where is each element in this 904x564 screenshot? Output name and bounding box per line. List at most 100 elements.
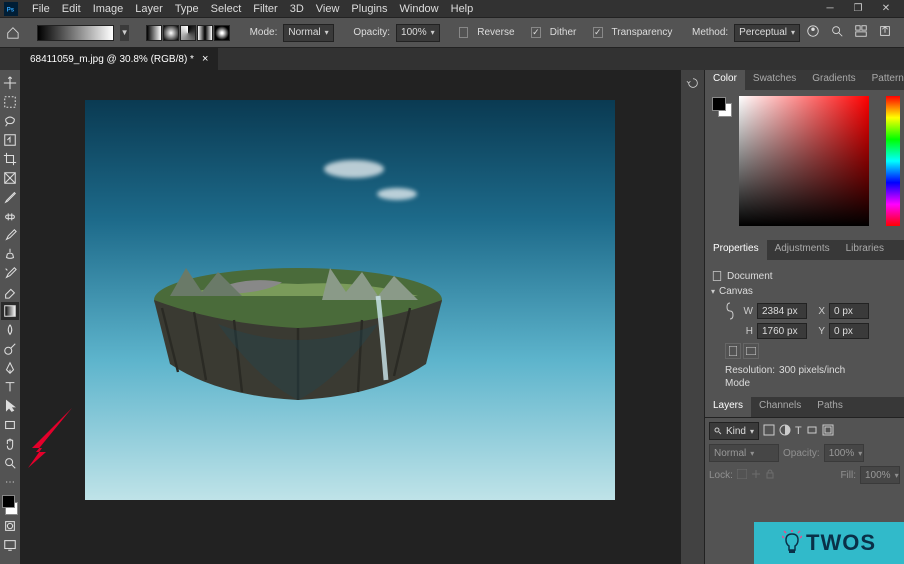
gradient-type-reflected[interactable]	[197, 25, 213, 41]
foreground-background-colors[interactable]	[1, 494, 19, 516]
window-restore-button[interactable]: ❐	[848, 2, 868, 16]
lock-position-icon[interactable]	[751, 469, 761, 482]
swatches-tab[interactable]: Swatches	[745, 70, 804, 90]
gradient-preview[interactable]	[37, 25, 115, 41]
reverse-checkbox[interactable]	[459, 27, 468, 38]
layer-opacity-value[interactable]: 100%▾	[824, 444, 864, 462]
quick-mask-button[interactable]	[1, 517, 19, 535]
home-icon[interactable]	[6, 24, 20, 42]
rectangular-marquee-tool[interactable]	[1, 93, 19, 111]
rectangle-tool[interactable]	[1, 416, 19, 434]
clone-stamp-tool[interactable]	[1, 245, 19, 263]
menu-filter[interactable]: Filter	[247, 1, 283, 17]
gradient-type-diamond[interactable]	[214, 25, 230, 41]
gradient-picker-dropdown[interactable]: ▼	[120, 25, 129, 41]
share-icon[interactable]	[878, 24, 892, 41]
landscape-orientation-button[interactable]	[743, 343, 759, 359]
dodge-tool[interactable]	[1, 340, 19, 358]
screen-mode-button[interactable]	[1, 536, 19, 554]
gradient-type-linear[interactable]	[146, 25, 162, 41]
window-minimize-button[interactable]: ─	[820, 2, 840, 16]
method-select[interactable]: Perceptual ▾	[734, 24, 800, 42]
layers-tab[interactable]: Layers	[705, 397, 751, 417]
dither-checkbox[interactable]	[531, 27, 541, 38]
x-input[interactable]	[829, 303, 869, 319]
gradient-tool[interactable]	[1, 302, 19, 320]
pen-tool[interactable]	[1, 359, 19, 377]
filter-smart-icon[interactable]	[822, 424, 834, 439]
frame-tool[interactable]	[1, 169, 19, 187]
crop-tool[interactable]	[1, 150, 19, 168]
foreground-color[interactable]	[2, 495, 15, 508]
height-input[interactable]	[757, 323, 807, 339]
workspace-icon[interactable]	[854, 24, 868, 41]
gradient-type-radial[interactable]	[163, 25, 179, 41]
y-input[interactable]	[829, 323, 869, 339]
menu-image[interactable]: Image	[87, 1, 130, 17]
menu-view[interactable]: View	[310, 1, 346, 17]
layer-filter-kind[interactable]: Kind ▾	[709, 422, 759, 440]
properties-tab[interactable]: Properties	[705, 240, 767, 260]
path-selection-tool[interactable]	[1, 397, 19, 415]
mode-section-label: Mode	[725, 378, 750, 389]
paths-tab[interactable]: Paths	[809, 397, 851, 417]
menu-type[interactable]: Type	[169, 1, 205, 17]
zoom-tool[interactable]	[1, 454, 19, 472]
color-tab[interactable]: Color	[705, 70, 745, 90]
document-canvas[interactable]	[85, 100, 615, 500]
filter-pixel-icon[interactable]	[763, 424, 775, 439]
eyedropper-tool[interactable]	[1, 188, 19, 206]
menu-file[interactable]: File	[26, 1, 56, 17]
close-tab-button[interactable]: ×	[202, 53, 208, 65]
menu-bar: Ps File Edit Image Layer Type Select Fil…	[0, 0, 904, 18]
menu-edit[interactable]: Edit	[56, 1, 87, 17]
width-input[interactable]	[757, 303, 807, 319]
color-field[interactable]	[739, 96, 869, 226]
portrait-orientation-button[interactable]	[725, 343, 741, 359]
patterns-tab[interactable]: Patterns	[864, 70, 904, 90]
filter-shape-icon[interactable]	[806, 424, 818, 439]
move-tool[interactable]	[1, 74, 19, 92]
channels-tab[interactable]: Channels	[751, 397, 809, 417]
transparency-checkbox[interactable]	[593, 27, 603, 38]
filter-adjustment-icon[interactable]	[779, 424, 791, 439]
hue-slider[interactable]	[886, 96, 900, 226]
menu-help[interactable]: Help	[445, 1, 480, 17]
color-panel-fgbg[interactable]	[711, 96, 733, 118]
cloud-share-icon[interactable]	[806, 24, 820, 41]
object-selection-tool[interactable]	[1, 131, 19, 149]
gradients-tab[interactable]: Gradients	[804, 70, 863, 90]
lock-all-icon[interactable]	[765, 469, 775, 482]
link-icon[interactable]	[725, 301, 735, 321]
menu-plugins[interactable]: Plugins	[345, 1, 393, 17]
gradient-type-angle[interactable]	[180, 25, 196, 41]
history-brush-tool[interactable]	[1, 264, 19, 282]
resolution-value: 300 pixels/inch	[779, 365, 845, 376]
menu-window[interactable]: Window	[394, 1, 445, 17]
blur-tool[interactable]	[1, 321, 19, 339]
blend-mode-select[interactable]: Normal ▾	[283, 24, 333, 42]
filter-type-icon[interactable]: T	[795, 425, 802, 437]
adjustments-tab[interactable]: Adjustments	[767, 240, 838, 260]
opacity-select[interactable]: 100% ▾	[396, 24, 440, 42]
history-panel-icon[interactable]	[686, 76, 700, 93]
document-icon	[711, 270, 723, 282]
window-close-button[interactable]: ✕	[876, 2, 896, 16]
canvas-area[interactable]	[20, 70, 680, 564]
lock-pixels-icon[interactable]	[737, 469, 747, 482]
spot-healing-tool[interactable]	[1, 207, 19, 225]
type-tool[interactable]	[1, 378, 19, 396]
libraries-tab[interactable]: Libraries	[838, 240, 892, 260]
menu-3d[interactable]: 3D	[284, 1, 310, 17]
search-icon[interactable]	[830, 24, 844, 41]
layer-fill-value[interactable]: 100%▾	[860, 466, 900, 484]
document-tab[interactable]: 68411059_m.jpg @ 30.8% (RGB/8) * ×	[20, 48, 218, 70]
menu-layer[interactable]: Layer	[129, 1, 169, 17]
layer-blend-mode[interactable]: Normal ▾	[709, 444, 779, 462]
brush-tool[interactable]	[1, 226, 19, 244]
edit-toolbar-button[interactable]: ⋯	[1, 473, 19, 491]
lasso-tool[interactable]	[1, 112, 19, 130]
eraser-tool[interactable]	[1, 283, 19, 301]
menu-select[interactable]: Select	[205, 1, 248, 17]
hand-tool[interactable]	[1, 435, 19, 453]
